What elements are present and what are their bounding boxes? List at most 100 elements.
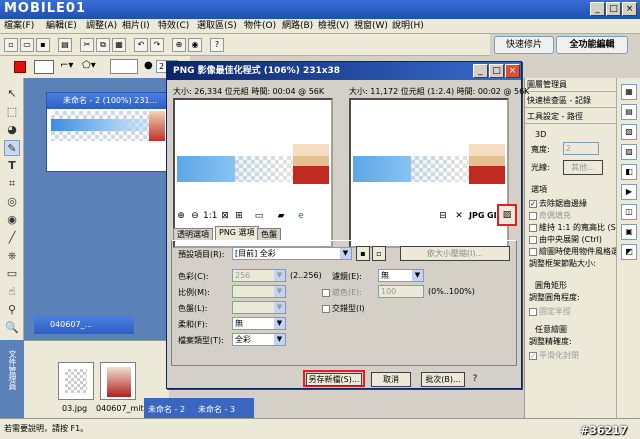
color-swatch-icon[interactable] [14, 61, 26, 73]
panel-icon-3[interactable]: ▧ [621, 124, 637, 140]
opt-aspect[interactable]: 維持 1:1 的寬高比 (Shif [529, 222, 626, 233]
matte-option[interactable]: 遮色(E): [322, 287, 362, 298]
menu-file[interactable]: 檔案(F) [4, 20, 34, 33]
dropper-icon[interactable]: ⚲ [4, 302, 20, 318]
help-icon[interactable]: ? [210, 38, 224, 52]
web-icon[interactable]: ◉ [188, 38, 202, 52]
open-icon[interactable]: ▭ [20, 38, 34, 52]
png-format-button[interactable]: ▨ [497, 204, 517, 226]
light-button[interactable]: 其他... [563, 160, 603, 175]
panel-icon-1[interactable]: ▦ [621, 84, 637, 100]
matte-value[interactable]: 100 [378, 285, 424, 298]
color-select[interactable]: 256 ▼ [232, 269, 286, 282]
fixed-half[interactable]: 固定半徑 [529, 306, 571, 317]
copy-icon[interactable]: ⧉ [96, 38, 110, 52]
menu-object[interactable]: 物件(O) [244, 20, 276, 33]
panel-icon-7[interactable]: ◫ [621, 204, 637, 220]
opt-evenodd[interactable]: 奇偶填充 [529, 210, 571, 221]
swap-icon[interactable]: ✕ [453, 210, 465, 222]
new-icon[interactable]: ▫ [4, 38, 18, 52]
brush-icon[interactable]: ╱ [4, 230, 20, 246]
soft-select[interactable]: 無 ▼ [232, 317, 286, 330]
menu-help[interactable]: 說明(H) [392, 20, 424, 33]
palette-select[interactable]: ▼ [232, 301, 286, 314]
smooth-close[interactable]: ✓ 平滑化封閉 [529, 350, 579, 361]
optimized-preview[interactable] [349, 98, 509, 248]
tab-quick-photo[interactable]: 快速修片 [494, 36, 554, 54]
jpg-format-button[interactable]: JPG [469, 210, 484, 222]
opt-style[interactable]: 繪圖時使用物件風格選擇 [529, 246, 627, 257]
tab-png-options[interactable]: PNG 選項 [215, 226, 259, 241]
menu-adjust[interactable]: 調整(A) [86, 20, 117, 33]
filter-select[interactable]: 無 ▼ [378, 269, 424, 282]
pointer-icon[interactable]: ↖ [4, 86, 20, 102]
document-title[interactable]: 未命名 - 2 (100%) 231... [47, 93, 169, 109]
split-view-icon[interactable]: ⊟ [437, 210, 449, 222]
stroke-style-select[interactable] [110, 59, 138, 74]
delete-preset-icon[interactable]: ▫ [372, 246, 386, 261]
panel-icon-5[interactable]: ◧ [621, 164, 637, 180]
opt-center[interactable]: 由中央展開 (Ctrl) [529, 234, 602, 245]
dialog-minimize-button[interactable]: _ [473, 64, 488, 78]
menu-web[interactable]: 網路(B) [282, 20, 313, 33]
maximize-button[interactable]: □ [606, 2, 621, 16]
document-window-2[interactable]: 040607_... [34, 316, 134, 334]
thumbnail-1[interactable] [58, 362, 94, 400]
browser-icon[interactable]: e [295, 210, 307, 222]
panel-icon-8[interactable]: ▣ [621, 224, 637, 240]
save-preset-icon[interactable]: ▪ [356, 246, 370, 261]
batch-button[interactable]: 批次(B)... [421, 372, 465, 387]
freeform-shape-icon[interactable]: ⌐▾ [60, 60, 73, 71]
ratio-select[interactable]: ▼ [232, 285, 286, 298]
compress-by-size-button[interactable]: 依大小壓縮(I)... [400, 246, 510, 261]
panel-icon-2[interactable]: ▤ [621, 104, 637, 120]
document-window-1[interactable]: 未命名 - 2 (100%) 231... [46, 92, 170, 172]
panel-icon-9[interactable]: ◩ [621, 244, 637, 260]
panel-icon-4[interactable]: ▨ [621, 144, 637, 160]
paste-icon[interactable]: ▦ [112, 38, 126, 52]
menu-edit[interactable]: 編輯(E) [46, 20, 77, 33]
zoom-in-icon[interactable]: ⊕ [175, 210, 187, 222]
eye-icon[interactable]: ◉ [4, 212, 20, 228]
interlace-option[interactable]: 交錯型(I) [322, 303, 365, 314]
redeye-icon[interactable]: ◎ [4, 194, 20, 210]
print-icon[interactable]: ▤ [58, 38, 72, 52]
save-as-button[interactable]: 另存新檔(S)... [306, 373, 362, 386]
selection-icon[interactable]: ⬚ [4, 104, 20, 120]
polygon-shape-icon[interactable]: ⬠▾ [82, 60, 96, 71]
help-icon[interactable]: ? [469, 373, 481, 385]
clone-icon[interactable]: ⎈ [4, 248, 20, 264]
crop-icon[interactable]: ⌗ [4, 176, 20, 192]
menu-window[interactable]: 視窗(W) [354, 20, 388, 33]
redo-icon[interactable]: ↷ [150, 38, 164, 52]
text-icon[interactable]: T [4, 158, 20, 174]
zoom-tool-icon[interactable]: 🔍 [4, 320, 20, 336]
menu-view[interactable]: 檢視(V) [318, 20, 349, 33]
menu-photo[interactable]: 相片(I) [122, 20, 150, 33]
eraser-icon[interactable]: ▭ [4, 266, 20, 282]
preset-select[interactable]: [目前] 全彩 ▼ [232, 247, 352, 260]
cut-icon[interactable]: ✂ [80, 38, 94, 52]
preview-toggle-icon[interactable]: ▭ [253, 210, 265, 222]
menu-effects[interactable]: 特效(C) [158, 20, 189, 33]
dialog-maximize-button[interactable]: □ [489, 64, 504, 78]
document-canvas[interactable] [51, 111, 165, 141]
smudge-icon[interactable]: ☝ [4, 284, 20, 300]
doc-tab-2[interactable]: 未命名 - 2 [148, 404, 185, 415]
pen-icon[interactable]: ✎ [4, 140, 20, 156]
export-icon[interactable]: ▰ [275, 210, 287, 222]
rectangle-shape-icon[interactable] [34, 60, 54, 74]
zoom-out-icon[interactable]: ⊖ [189, 210, 201, 222]
save-icon[interactable]: ▪ [36, 38, 50, 52]
close-button[interactable]: × [622, 2, 637, 16]
doc-tab-3[interactable]: 未命名 - 3 [198, 404, 235, 415]
filetype-select[interactable]: 全彩 ▼ [232, 333, 286, 346]
tab-full-edit[interactable]: 全功能編輯 [556, 36, 628, 54]
panel-icon-6[interactable]: ▶ [621, 184, 637, 200]
fill-icon[interactable]: ◕ [4, 122, 20, 138]
undo-icon[interactable]: ↶ [134, 38, 148, 52]
menu-selection[interactable]: 選取區(S) [197, 20, 237, 33]
minimize-button[interactable]: _ [590, 2, 605, 16]
actual-size-icon[interactable]: 1:1 [203, 210, 217, 222]
thumbnail-2[interactable] [100, 362, 136, 400]
